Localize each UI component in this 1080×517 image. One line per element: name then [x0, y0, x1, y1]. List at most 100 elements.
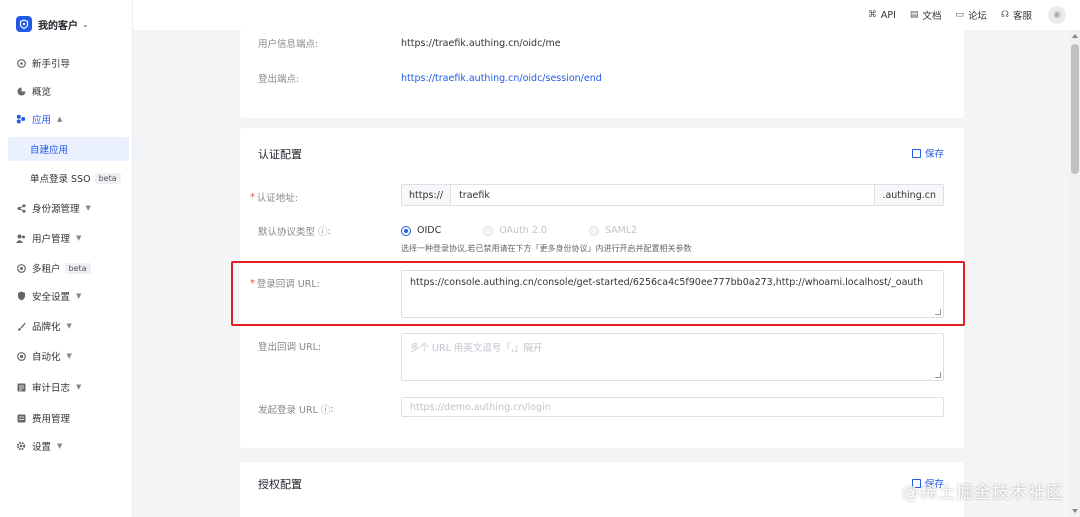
forum-link[interactable]: ▭ 论坛	[955, 8, 987, 22]
logout-endpoint-label: 登出端点:	[258, 74, 300, 85]
chevron-down-icon: ▼	[66, 352, 72, 360]
beta-badge: beta	[64, 262, 91, 274]
authz-config-title: 授权配置	[258, 478, 302, 491]
help-circle-icon[interactable]: ⓘ	[321, 402, 331, 416]
sidebar-item-tenants[interactable]: 多租户 beta	[0, 256, 133, 280]
pie-chart-icon	[16, 86, 26, 96]
sidebar-item-label: 费用管理	[32, 414, 71, 425]
protocol-label-colon: :	[327, 225, 331, 237]
chevron-down-icon: ▼	[76, 383, 82, 391]
sidebar-item-label: 审计日志	[32, 383, 71, 394]
auth-config-title: 认证配置	[258, 148, 302, 161]
apps-icon	[16, 114, 26, 124]
domain-label-row: * 认证地址:	[250, 190, 298, 205]
endpoints-card: 用户信息端点: https://traefik.authing.cn/oidc/…	[240, 30, 964, 118]
sidebar-item-label: 设置	[32, 442, 52, 453]
sidebar-item-audit[interactable]: 审计日志 ▼	[0, 375, 133, 399]
protocol-label: 默认协议类型	[258, 227, 316, 238]
sidebar-item-guide[interactable]: 新手引导	[0, 51, 133, 75]
protocol-help-text: 选择一种登录协议,若已禁用请在下方「更多身份协议」内进行开启并配置相关参数	[401, 244, 692, 253]
sidebar-item-label: 用户管理	[32, 234, 71, 245]
initiate-login-label-colon: :	[330, 403, 334, 415]
protocol-radio-group: OIDC OAuth 2.0 SAML2	[401, 225, 679, 236]
protocol-label-row: 默认协议类型 ⓘ :	[258, 224, 331, 239]
logout-callback-url-textarea[interactable]: 多个 URL 用英文逗号「,」隔开	[401, 333, 944, 381]
initiate-login-placeholder: https://demo.authing.cn/login	[410, 401, 551, 413]
logout-callback-placeholder: 多个 URL 用英文逗号「,」隔开	[410, 343, 543, 354]
sidebar-item-billing[interactable]: 费用管理	[0, 406, 133, 430]
sidebar-item-label: 新手引导	[32, 59, 71, 70]
gear-icon	[16, 441, 26, 451]
radio-oidc[interactable]: OIDC	[401, 225, 441, 236]
sidebar-item-automation[interactable]: 自动化 ▼	[0, 344, 133, 368]
tenant-icon	[16, 263, 26, 273]
users-icon	[16, 233, 26, 243]
sidebar-item-users[interactable]: 用户管理 ▼	[0, 226, 133, 250]
logout-endpoint-link[interactable]: https://traefik.authing.cn/oidc/session/…	[401, 73, 602, 84]
sidebar-item-overview[interactable]: 概览	[0, 79, 133, 103]
radio-dot	[401, 225, 411, 236]
sidebar-item-label: 多租户	[32, 264, 61, 275]
save-button[interactable]: 保存	[911, 146, 944, 160]
watermark: @稀土掘金技术社区	[902, 483, 1064, 503]
docs-link-label: 文档	[922, 11, 942, 22]
api-link[interactable]: ⌘ API	[868, 10, 896, 21]
sidebar-item-label: 安全设置	[32, 292, 71, 303]
billing-icon	[16, 413, 26, 423]
domain-input[interactable]: traefik	[451, 185, 874, 205]
sidebar-item-apps[interactable]: 应用 ▲	[0, 107, 133, 131]
sidebar-item-sso[interactable]: 单点登录 SSO beta	[0, 166, 133, 190]
userinfo-endpoint-value: https://traefik.authing.cn/oidc/me	[401, 37, 561, 49]
radio-oidc-label: OIDC	[417, 225, 442, 236]
radio-saml2[interactable]: SAML2	[588, 225, 638, 236]
sidebar-item-label: 应用	[32, 115, 52, 126]
chevron-down-icon: ▼	[57, 442, 63, 450]
code-icon: ⌘	[867, 10, 877, 20]
logout-callback-label-row: 登出回调 URL:	[258, 339, 321, 353]
domain-suffix: .authing.cn	[874, 185, 943, 205]
scroll-up-arrow-icon[interactable]	[1072, 34, 1078, 38]
chevron-down-icon: ⌄	[82, 19, 89, 29]
authz-config-card: 授权配置 保存	[240, 462, 964, 517]
chevron-up-icon: ▲	[57, 115, 63, 123]
logout-endpoint-row: 登出端点: https://traefik.authing.cn/oidc/se…	[258, 71, 602, 86]
radio-oauth2[interactable]: OAuth 2.0	[483, 225, 547, 236]
scroll-down-arrow-icon[interactable]	[1072, 509, 1078, 513]
scroll-thumb[interactable]	[1071, 44, 1079, 174]
radio-oauth2-label: OAuth 2.0	[499, 225, 547, 236]
sidebar-item-custom-apps[interactable]: 自建应用	[8, 137, 129, 161]
avatar[interactable]: ◉	[1048, 6, 1066, 24]
beta-badge: beta	[94, 172, 121, 184]
forum-link-label: 论坛	[967, 11, 987, 22]
chevron-down-icon: ▼	[76, 292, 82, 300]
domain-prefix: https://	[402, 185, 452, 205]
sidebar-item-branding[interactable]: 品牌化 ▼	[0, 314, 133, 338]
logout-callback-label: 登出回调 URL:	[258, 342, 322, 353]
brand-switcher[interactable]: 我的客户 ⌄	[16, 16, 89, 32]
shield-icon	[16, 291, 26, 301]
support-link[interactable]: ☊ 客服	[1001, 8, 1032, 22]
initiate-login-url-input[interactable]: https://demo.authing.cn/login	[401, 397, 944, 417]
highlight-box	[231, 261, 965, 326]
domain-label: 认证地址:	[256, 193, 298, 204]
save-button-label: 保存	[924, 149, 944, 160]
docs-link[interactable]: ▤ 文档	[910, 8, 942, 22]
forum-icon: ▭	[955, 10, 964, 20]
audit-icon	[16, 382, 26, 392]
sidebar-item-security[interactable]: 安全设置 ▼	[0, 284, 133, 308]
sidebar-item-label: 品牌化	[32, 322, 61, 333]
top-bar: ⌘ API ▤ 文档 ▭ 论坛 ☊ 客服 ◉	[133, 0, 1080, 30]
page-scrollbar[interactable]	[1070, 30, 1080, 517]
chevron-down-icon: ▼	[76, 234, 82, 242]
sidebar: 我的客户 ⌄ 新手引导 概览 应用 ▲ 自建应用 单点登录 SSO beta 身…	[0, 0, 133, 517]
sidebar-item-label: 自动化	[32, 352, 61, 363]
resize-handle[interactable]	[935, 372, 941, 378]
sidebar-item-identity-sources[interactable]: 身份源管理 ▼	[0, 196, 133, 220]
shield-logo-icon	[16, 16, 32, 32]
api-link-label: API	[880, 9, 896, 21]
help-circle-icon[interactable]: ⓘ	[318, 224, 328, 238]
radio-saml2-label: SAML2	[604, 225, 638, 236]
sidebar-item-settings[interactable]: 设置 ▼	[0, 434, 133, 458]
initiate-login-label-row: 发起登录 URL ⓘ :	[258, 402, 334, 417]
chevron-down-icon: ▼	[85, 204, 91, 212]
